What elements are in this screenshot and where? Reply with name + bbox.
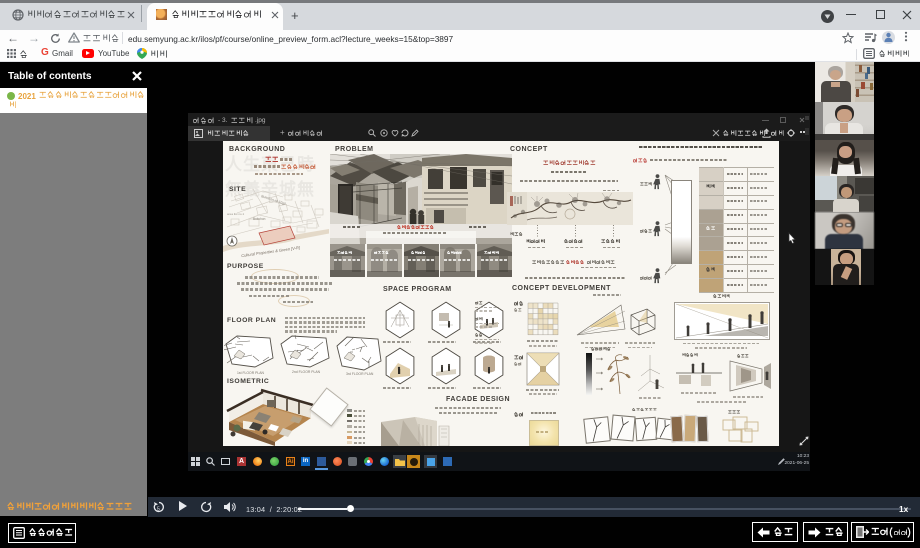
svg-text:Bukchon: Bukchon [253, 217, 266, 221]
svg-text:area list no.1: area list no.1 [227, 212, 245, 216]
svg-text:5: 5 [157, 506, 160, 512]
svg-text:Bukchon-ro 10gil: Bukchon-ro 10gil [261, 194, 287, 206]
